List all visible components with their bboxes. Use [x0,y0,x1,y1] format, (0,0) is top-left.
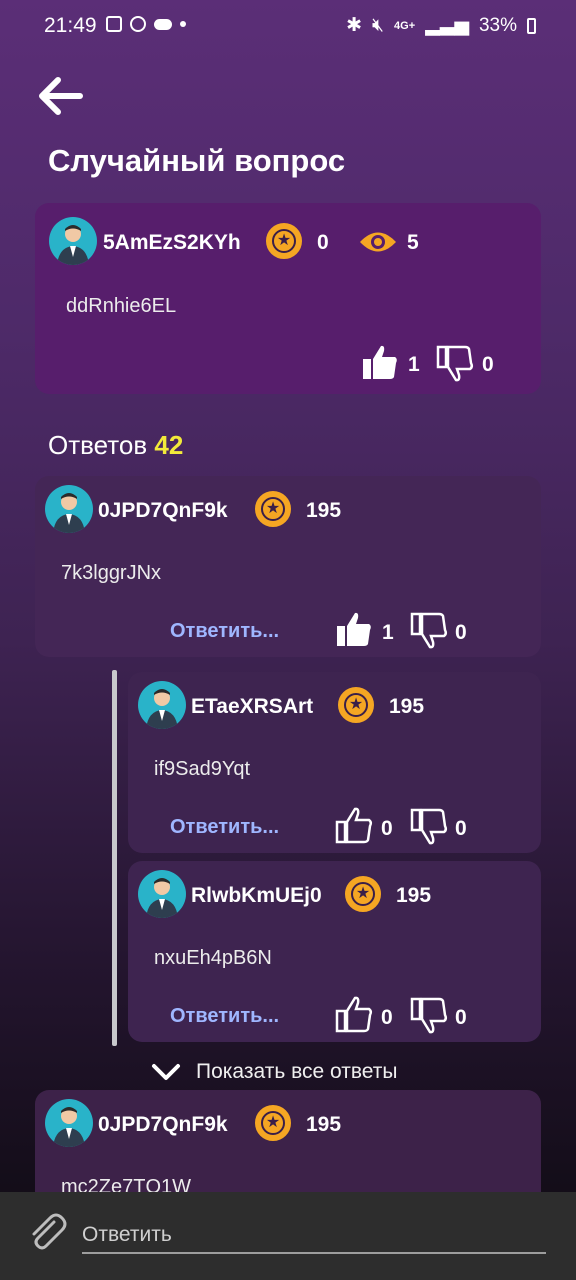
question-views: 5 [407,231,419,254]
answer-stars: 195 [306,1113,342,1136]
answer-stars: 195 [306,499,342,522]
reply-text: if9Sad9Yqt [154,758,251,780]
reply-thread-line [112,670,117,1046]
question-author[interactable]: 5AmEzS2KYh [103,231,241,255]
reply-stars: 195 [389,695,425,718]
answer-text: 7k3lggrJNx [61,562,162,584]
avatar[interactable] [45,1099,93,1147]
status-bar: 21:49 ✱ 🔇︎ 4G+ ▂▃▅ 33% [0,0,576,56]
question-card: 5AmEzS2KYh ★ 0 5 ddRnhie6EL 1 0 [35,203,541,394]
reply-text: nxuEh4pB6N [154,947,272,969]
answer-card: 0JPD7QnF9k ★ 195 7k3lggrJNx Ответить... … [35,476,541,657]
network-type: 4G+ [394,19,416,32]
gallery-icon [106,16,122,32]
thumbs-up-icon[interactable] [335,995,373,1033]
avatar[interactable] [138,870,186,918]
page-title: Случайный вопрос [48,143,346,178]
question-stars: 0 [317,231,329,254]
reply-author[interactable]: RlwbKmUEj0 [191,884,322,908]
cloud-icon [154,18,172,30]
battery-icon [527,17,536,34]
answer-author[interactable]: 0JPD7QnF9k [98,1113,228,1137]
reply-card: ETaeXRSArt ★ 195 if9Sad9Yqt Ответить... … [128,672,541,853]
reply-link[interactable]: Ответить... [170,620,279,643]
reply-bar [0,1192,576,1280]
sync-icon [130,16,146,32]
reply-stars: 195 [396,884,432,907]
question-likes: 1 [408,353,420,376]
thumbs-down-icon[interactable] [410,997,448,1035]
reply-input[interactable] [82,1220,546,1254]
star-icon: ★ [255,1105,291,1141]
avatar[interactable] [45,485,93,533]
thumbs-up-icon[interactable] [361,343,399,381]
thumbs-down-icon[interactable] [410,808,448,846]
reply-likes: 0 [381,817,393,840]
thumbs-up-icon[interactable] [335,806,373,844]
user-avatar-icon [53,1107,85,1147]
battery-level: 33% [478,14,517,36]
show-all-label: Показать все ответы [196,1060,398,1083]
eye-icon [360,232,396,252]
avatar[interactable] [138,681,186,729]
answer-author[interactable]: 0JPD7QnF9k [98,499,228,523]
avatar[interactable] [49,217,97,265]
user-avatar-icon [146,878,178,918]
answer-dislikes: 0 [455,621,467,644]
reply-link[interactable]: Ответить... [170,1005,279,1028]
mute-icon: 🔇︎ [372,14,385,36]
reply-dislikes: 0 [455,1006,467,1029]
answer-likes: 1 [382,621,394,644]
reply-likes: 0 [381,1006,393,1029]
show-all-replies-button[interactable]: Показать все ответы [150,1057,398,1087]
signal-icon: ▂▃▅ [425,15,469,36]
thumbs-down-icon[interactable] [436,345,474,383]
more-notifications-icon [180,21,186,27]
question-text: ddRnhie6EL [66,295,177,317]
reply-link[interactable]: Ответить... [170,816,279,839]
thumbs-down-icon[interactable] [410,612,448,650]
user-avatar-icon [57,225,89,265]
answers-label: Ответов [48,430,148,460]
answers-header: Ответов 42 [48,430,183,461]
chevron-down-icon [152,1064,180,1080]
star-icon: ★ [255,491,291,527]
reply-dislikes: 0 [455,817,467,840]
status-time: 21:49 [44,14,97,37]
reply-card: RlwbKmUEj0 ★ 195 nxuEh4pB6N Ответить... … [128,861,541,1042]
answers-count: 42 [154,430,184,460]
back-arrow-icon[interactable] [34,70,86,122]
thumbs-up-icon[interactable] [335,610,373,648]
bluetooth-icon: ✱ [346,15,363,36]
user-avatar-icon [53,493,85,533]
user-avatar-icon [146,689,178,729]
paperclip-icon[interactable] [24,1210,68,1254]
star-icon: ★ [266,223,302,259]
question-dislikes: 0 [482,353,494,376]
reply-author[interactable]: ETaeXRSArt [191,695,313,719]
star-icon: ★ [338,687,374,723]
star-icon: ★ [345,876,381,912]
